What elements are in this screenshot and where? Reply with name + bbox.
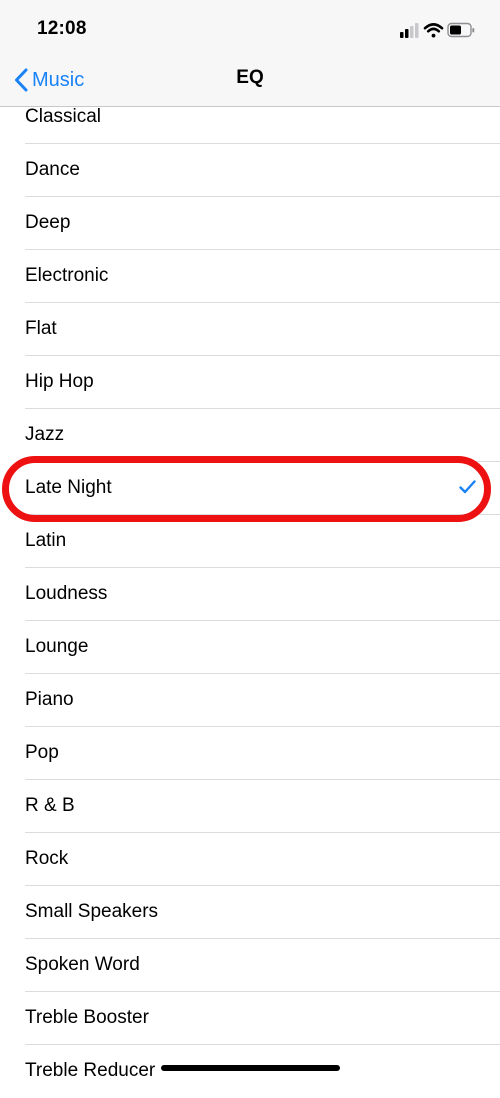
list-item[interactable]: Rock xyxy=(0,833,500,886)
list-item[interactable]: Pop xyxy=(0,727,500,780)
list-item-label: Dance xyxy=(25,159,80,180)
list-item[interactable]: Spoken Word xyxy=(0,939,500,992)
list-item-selected[interactable]: Late Night xyxy=(0,462,500,515)
list-item[interactable]: Hip Hop xyxy=(0,356,500,409)
list-item[interactable]: Classical xyxy=(0,91,500,144)
list-item-label: Spoken Word xyxy=(25,954,140,975)
list-item-label: Piano xyxy=(25,689,74,710)
list-item-label: Hip Hop xyxy=(25,371,94,392)
list-item-label: Loudness xyxy=(25,583,108,604)
list-item[interactable]: R & B xyxy=(0,780,500,833)
list-item-label: Rock xyxy=(25,848,69,869)
list-item[interactable]: Latin xyxy=(0,515,500,568)
status-time: 12:08 xyxy=(37,18,87,39)
page-title: EQ xyxy=(236,67,264,88)
list-item-label: Pop xyxy=(25,742,59,763)
list-item-label: Late Night xyxy=(25,477,112,498)
list-item[interactable]: Loudness xyxy=(0,568,500,621)
home-indicator[interactable] xyxy=(161,1065,340,1071)
signal-icon xyxy=(400,23,419,38)
list-item[interactable]: Treble Reducer xyxy=(0,1045,500,1098)
list-item-label: Deep xyxy=(25,212,71,233)
list-item-label: Latin xyxy=(25,530,67,551)
list-item[interactable]: Small Speakers xyxy=(0,886,500,939)
eq-preset-list: Classical Dance Deep Electronic Flat Hip… xyxy=(0,91,500,1098)
list-item[interactable]: Dance xyxy=(0,144,500,197)
list-item-label: Flat xyxy=(25,318,57,339)
list-item[interactable]: Treble Booster xyxy=(0,992,500,1045)
status-bar: 12:08 xyxy=(0,0,500,56)
list-item-label: Treble Reducer xyxy=(25,1060,156,1081)
list-item-label: Small Speakers xyxy=(25,901,159,922)
battery-icon xyxy=(447,22,475,38)
checkmark-icon xyxy=(459,480,476,494)
list-item[interactable]: Piano xyxy=(0,674,500,727)
list-item-label: R & B xyxy=(25,795,75,816)
status-icons xyxy=(400,20,476,40)
list-item-label: Lounge xyxy=(25,636,89,657)
list-item-label: Treble Booster xyxy=(25,1007,149,1028)
wifi-icon xyxy=(423,23,444,38)
list-item[interactable]: Electronic xyxy=(0,250,500,303)
list-item[interactable]: Flat xyxy=(0,303,500,356)
list-item-label: Electronic xyxy=(25,265,109,286)
list-item[interactable]: Deep xyxy=(0,197,500,250)
list-item-label: Jazz xyxy=(25,424,65,445)
list-item-label: Classical xyxy=(25,106,102,127)
list-item[interactable]: Lounge xyxy=(0,621,500,674)
list-item[interactable]: Jazz xyxy=(0,409,500,462)
